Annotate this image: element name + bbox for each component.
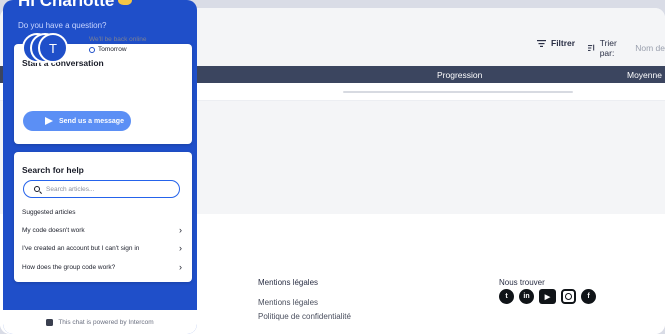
back-online-text: We'll be back online	[89, 36, 147, 43]
suggested-articles-heading: Suggested articles	[22, 209, 76, 216]
search-articles-input[interactable]: Search articles...	[23, 180, 180, 198]
wave-icon	[118, 0, 133, 5]
linkedin-icon[interactable]: in	[519, 289, 534, 304]
sort-label: Trier par:	[599, 38, 617, 58]
legal-link-mentions[interactable]: Mentions légales	[258, 298, 318, 307]
search-placeholder: Search articles...	[46, 185, 95, 193]
powered-by-footer[interactable]: This chat is powered by Intercom	[3, 310, 197, 334]
avatar: T	[38, 33, 68, 63]
team-avatars: T	[22, 33, 74, 63]
help-card: Search for help	[14, 152, 192, 282]
article-title: How does the group code work?	[22, 264, 116, 271]
send-message-button[interactable]: Send us a message	[23, 111, 131, 131]
article-link[interactable]: I've created an account but I can't sign…	[22, 243, 182, 253]
twitter-icon[interactable]: t	[499, 289, 514, 304]
filter-icon	[537, 39, 546, 47]
article-link[interactable]: How does the group code work? ›	[22, 262, 182, 272]
intercom-logo-icon	[46, 318, 54, 326]
youtube-icon[interactable]: ▶	[539, 289, 556, 304]
availability-text: Tomorrow	[98, 46, 127, 53]
sort-button[interactable]: Trier par: Nom de	[588, 38, 665, 58]
article-title: I've created an account but I can't sign…	[22, 245, 140, 252]
send-message-label: Send us a message	[59, 117, 124, 125]
chevron-right-icon: ›	[179, 262, 182, 272]
instagram-icon[interactable]	[561, 289, 576, 304]
sort-value: Nom de	[635, 43, 665, 53]
filter-button[interactable]: Filtrer	[537, 38, 575, 48]
messenger-greeting: Hi Charlotte	[18, 0, 133, 11]
intercom-messenger: Hi Charlotte Do you have a question? Sta…	[3, 0, 197, 334]
column-header-moyenne[interactable]: Moyenne	[627, 70, 662, 80]
social-heading: Nous trouver	[499, 278, 545, 287]
social-links: t in ▶ f	[499, 289, 596, 304]
send-icon	[45, 117, 53, 125]
chevron-right-icon: ›	[179, 243, 182, 253]
column-header-progression[interactable]: Progression	[437, 70, 482, 80]
availability: Tomorrow	[89, 46, 127, 53]
clock-icon	[89, 46, 95, 53]
article-link[interactable]: My code doesn't work ›	[22, 225, 182, 235]
greeting-text: Hi Charlotte	[18, 0, 115, 10]
messenger-subtitle: Do you have a question?	[18, 21, 107, 30]
progress-bar	[343, 91, 573, 93]
legal-heading: Mentions légales	[258, 278, 319, 287]
chevron-right-icon: ›	[179, 225, 182, 235]
sort-icon	[588, 44, 595, 51]
legal-link-privacy[interactable]: Politique de confidentialité	[258, 312, 351, 321]
facebook-icon[interactable]: f	[581, 289, 596, 304]
powered-by-text: This chat is powered by Intercom	[58, 318, 154, 326]
article-title: My code doesn't work	[22, 227, 85, 234]
avatar-initial: T	[49, 40, 57, 56]
filter-label: Filtrer	[551, 38, 576, 48]
help-title: Search for help	[22, 165, 84, 175]
search-icon	[34, 186, 40, 192]
